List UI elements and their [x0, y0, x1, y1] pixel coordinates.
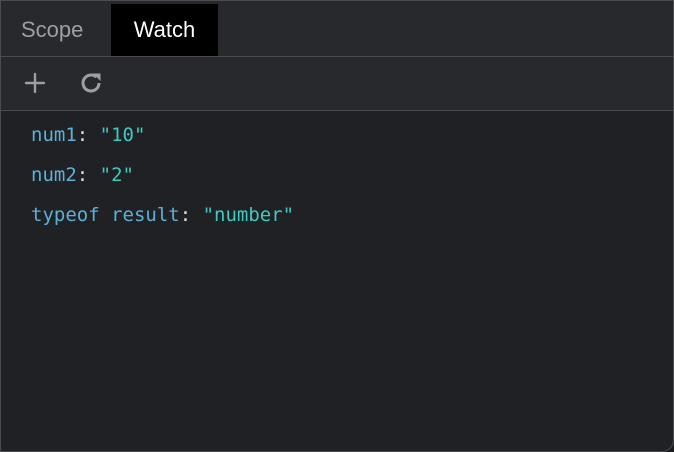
watch-expression-row[interactable]: typeof result: "number" — [31, 195, 294, 235]
watch-expression-list: num1: "10" num2: "2" typeof result: "num… — [31, 115, 294, 235]
tab-watch[interactable]: Watch — [111, 4, 218, 56]
watch-expression-row[interactable]: num2: "2" — [31, 155, 294, 195]
plus-icon — [24, 72, 46, 94]
watch-panel: Scope Watch num1: "10" num2: "2" typeof … — [0, 0, 674, 452]
refresh-icon — [81, 73, 101, 93]
watch-expression-name: num1 — [31, 124, 77, 146]
watch-expression-value: "2" — [99, 164, 134, 186]
add-watch-button[interactable] — [20, 68, 50, 98]
tab-scope[interactable]: Scope — [3, 4, 101, 56]
watch-expression-value: "number" — [202, 204, 295, 226]
tab-bar: Scope Watch — [1, 1, 673, 57]
watch-expression-separator: : — [76, 124, 100, 146]
watch-expression-name: num2 — [31, 164, 77, 186]
watch-toolbar — [1, 57, 673, 111]
watch-expression-separator: : — [179, 204, 203, 226]
refresh-watch-button[interactable] — [76, 68, 106, 98]
watch-expression-separator: : — [76, 164, 100, 186]
watch-expression-name: typeof result — [31, 204, 180, 226]
watch-expression-row[interactable]: num1: "10" — [31, 115, 294, 155]
watch-expression-value: "10" — [99, 124, 146, 146]
